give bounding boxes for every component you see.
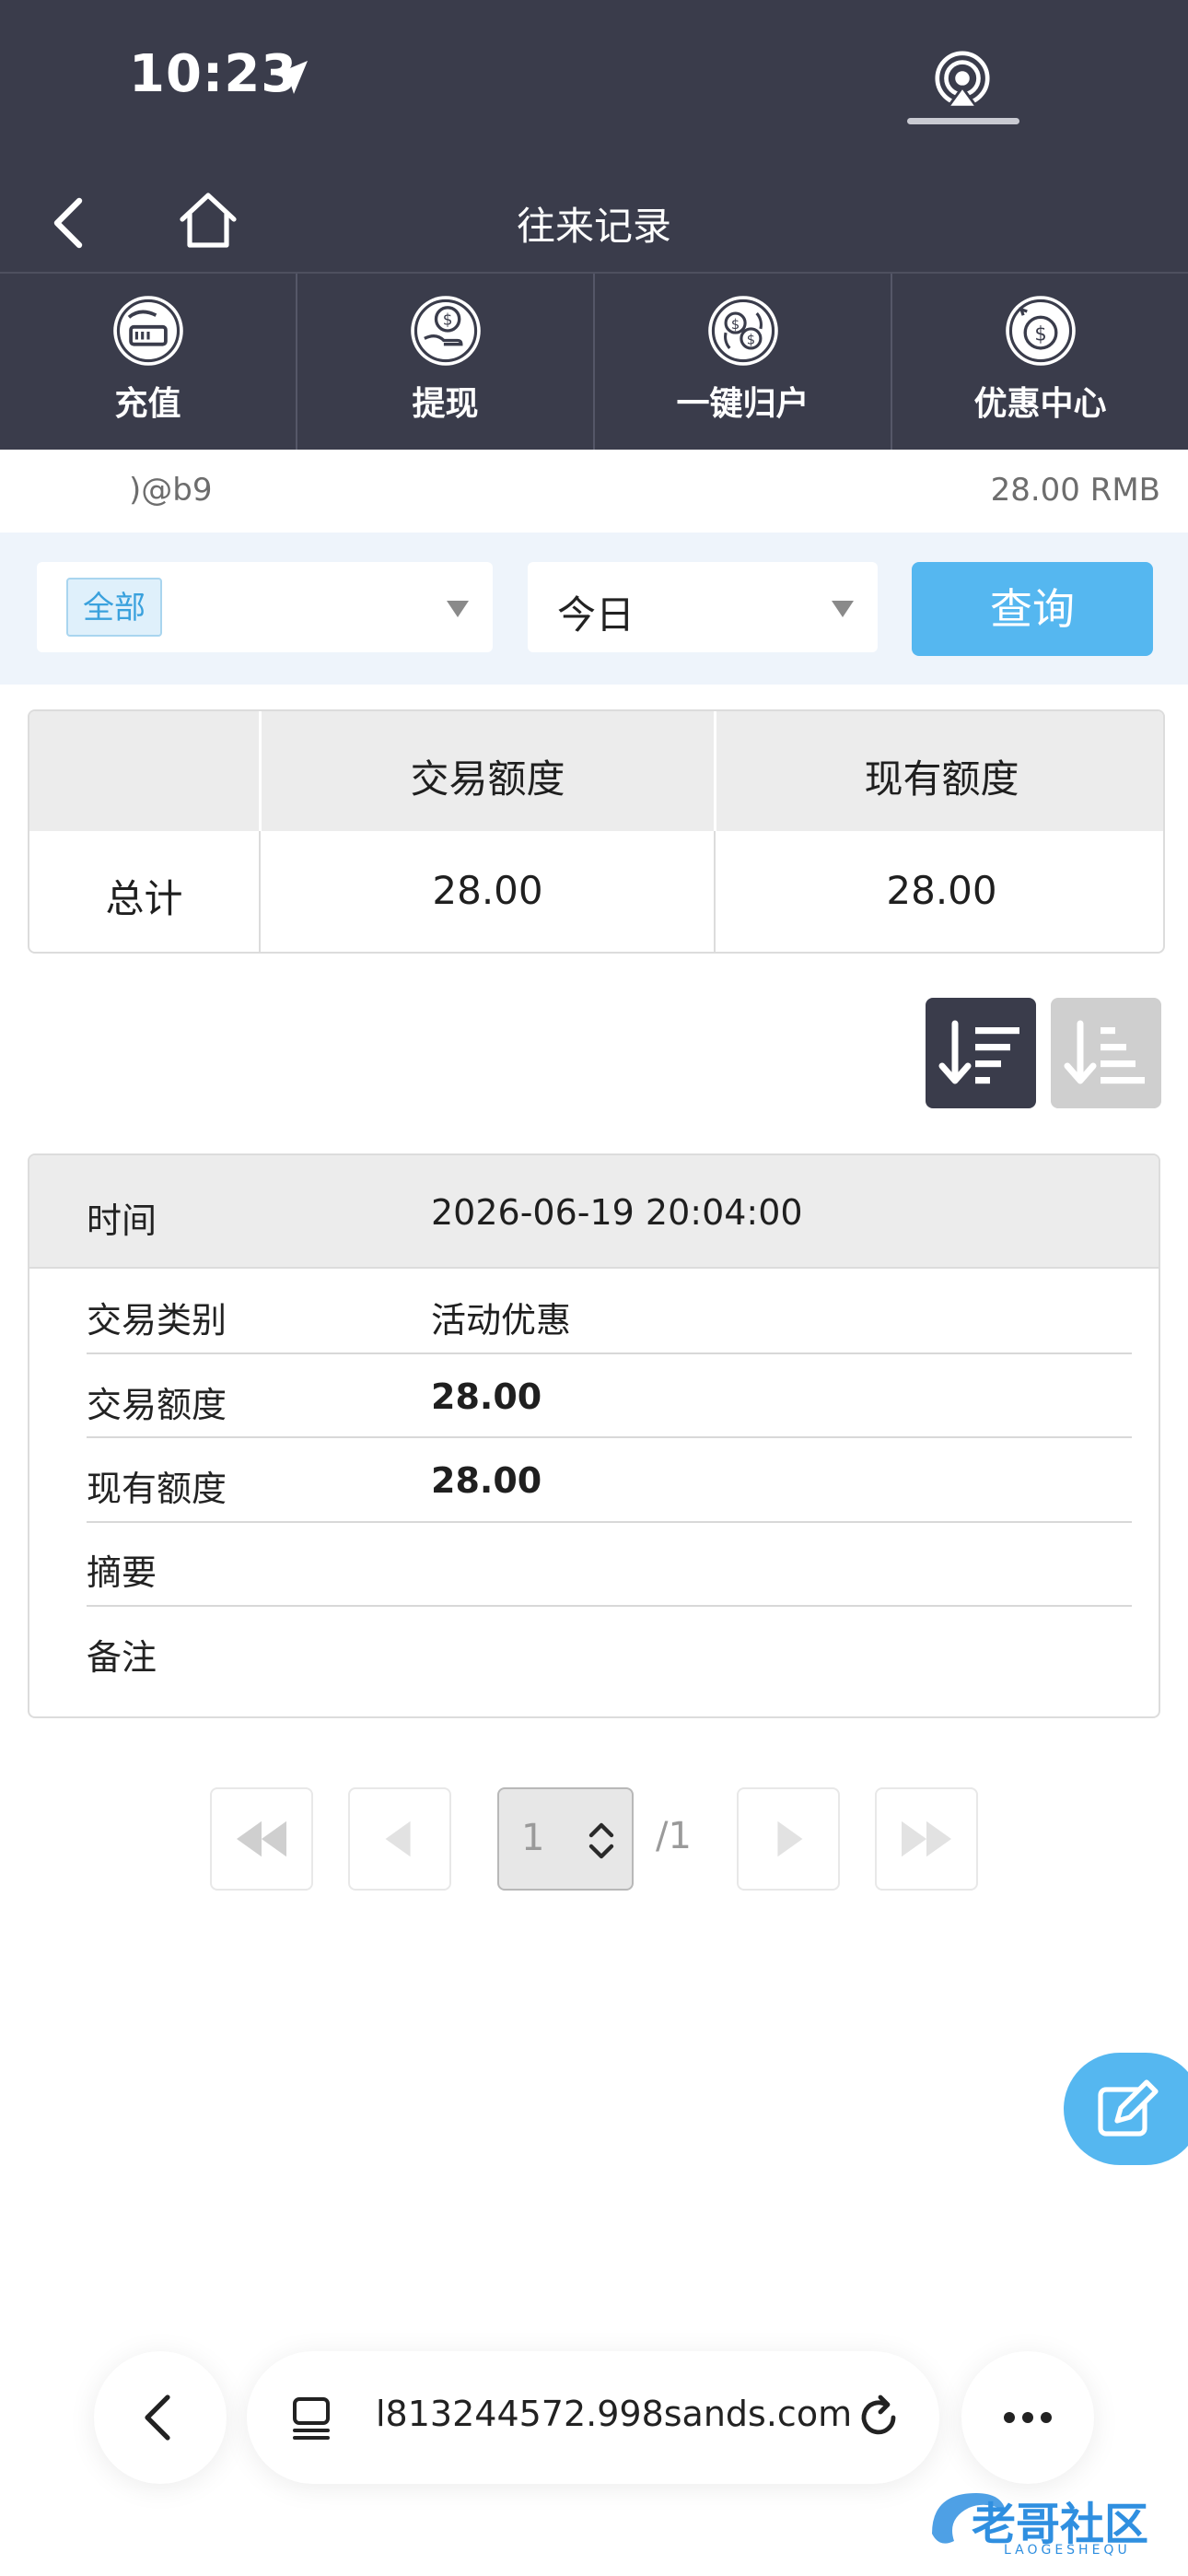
- reload-icon[interactable]: [853, 2392, 904, 2443]
- right-arrow-icon: [777, 1821, 803, 1857]
- double-left-icon: [237, 1821, 286, 1857]
- next-page-button[interactable]: [737, 1787, 840, 1891]
- tabs-icon[interactable]: [289, 2394, 337, 2443]
- record-field-label: 交易额度: [87, 1385, 227, 1425]
- chevron-down-icon: [447, 601, 469, 617]
- deposit-icon: [112, 296, 183, 366]
- svg-text:$: $: [730, 317, 739, 333]
- status-bar: 10:23: [0, 0, 1188, 175]
- more-icon: [1004, 2412, 1052, 2423]
- tab-deposit[interactable]: 充值: [0, 274, 297, 450]
- tab-label: 充值: [114, 385, 181, 423]
- svg-text:$: $: [1034, 323, 1046, 345]
- divider: [87, 1436, 1132, 1438]
- first-page-button[interactable]: [210, 1787, 313, 1891]
- tab-label: 提现: [412, 385, 479, 423]
- browser-more-button[interactable]: [961, 2351, 1094, 2484]
- transaction-record-card: 时间 2026-06-19 20:04:00 交易类别 活动优惠 交易额度 28…: [28, 1153, 1160, 1718]
- sort-descending-icon: [938, 1020, 1019, 1084]
- record-field-value: 28.00: [431, 1376, 542, 1417]
- record-time-value: 2026-06-19 20:04:00: [431, 1192, 803, 1233]
- edit-fab-button[interactable]: [1064, 2053, 1188, 2165]
- back-icon: [145, 2395, 170, 2441]
- home-indicator: [907, 118, 1019, 124]
- left-arrow-icon: [385, 1821, 411, 1857]
- nav-bar: 往来记录: [0, 175, 1188, 272]
- filter-row: 全部 今日 查询: [0, 533, 1188, 685]
- current-page: 1: [521, 1817, 545, 1859]
- page-select[interactable]: 1: [497, 1787, 634, 1891]
- promo-icon: $: [1005, 296, 1076, 366]
- record-field-label: 摘要: [87, 1552, 157, 1593]
- divider: [87, 1605, 1132, 1607]
- date-range-select[interactable]: 今日: [528, 562, 878, 652]
- sort-descending-button[interactable]: [926, 998, 1036, 1108]
- last-page-button[interactable]: [875, 1787, 978, 1891]
- function-tabs: 充值 $ 提现 $ $ 一键归户 $ 优惠中心: [0, 272, 1188, 450]
- svg-text:$: $: [442, 310, 452, 329]
- previous-page-button[interactable]: [348, 1787, 451, 1891]
- sort-ascending-button[interactable]: [1051, 998, 1161, 1108]
- divider: [87, 1521, 1132, 1523]
- page-title: 往来记录: [516, 204, 671, 249]
- record-field-label: 备注: [87, 1637, 157, 1678]
- account-name: )@b9: [129, 472, 213, 509]
- transfer-icon: $ $: [707, 296, 778, 366]
- record-time-label: 时间: [87, 1200, 157, 1241]
- tab-promo[interactable]: $ 优惠中心: [892, 274, 1188, 450]
- account-strip: )@b9 28.00 RMB: [0, 450, 1188, 533]
- sort-ascending-icon: [1064, 1020, 1145, 1084]
- selected-type-chip[interactable]: 全部: [66, 578, 162, 637]
- watermark-subtext: LAOGESHEQU: [1004, 2543, 1131, 2558]
- svg-text:$: $: [746, 333, 754, 348]
- stepper-icon: [588, 1822, 614, 1859]
- account-balance: 28.00 RMB: [990, 472, 1160, 509]
- tab-label: 优惠中心: [973, 385, 1107, 423]
- query-button[interactable]: 查询: [912, 562, 1153, 656]
- withdraw-icon: $: [410, 296, 481, 366]
- summary-row-label: 总计: [105, 876, 183, 921]
- record-field-value: 28.00: [431, 1460, 542, 1501]
- edit-icon: [1098, 2079, 1159, 2137]
- date-range-value: 今日: [557, 592, 635, 638]
- chevron-down-icon: [832, 601, 854, 617]
- record-field-value: 活动优惠: [431, 1300, 572, 1341]
- tab-withdraw[interactable]: $ 提现: [297, 274, 595, 450]
- location-arrow-icon: [274, 61, 308, 94]
- record-header: 时间 2026-06-19 20:04:00: [29, 1155, 1159, 1269]
- summary-header-cell: 交易额度: [410, 756, 565, 802]
- summary-trade-amount: 28.00: [432, 868, 543, 913]
- total-pages: /1: [656, 1815, 692, 1857]
- tab-label: 一键归户: [676, 385, 809, 423]
- transaction-type-select[interactable]: 全部: [37, 562, 493, 652]
- double-right-icon: [902, 1821, 951, 1857]
- tab-transfer[interactable]: $ $ 一键归户: [595, 274, 892, 450]
- column-divider: [714, 831, 716, 952]
- record-field-label: 交易类别: [87, 1300, 227, 1341]
- summary-header-cell: 现有额度: [864, 756, 1019, 802]
- summary-table: 交易额度 现有额度 总计 28.00 28.00: [28, 709, 1165, 954]
- airplay-icon[interactable]: [930, 48, 995, 112]
- url-text: l813244572.998sands.com: [376, 2394, 853, 2434]
- divider: [87, 1352, 1132, 1354]
- column-divider: [259, 831, 261, 952]
- record-field-label: 现有额度: [87, 1469, 227, 1509]
- watermark-logo: 老哥社区 LAOGESHEQU: [921, 2471, 1179, 2563]
- summary-current-amount: 28.00: [886, 868, 997, 913]
- browser-back-button[interactable]: [94, 2351, 227, 2484]
- browser-url-bar[interactable]: l813244572.998sands.com: [247, 2351, 939, 2484]
